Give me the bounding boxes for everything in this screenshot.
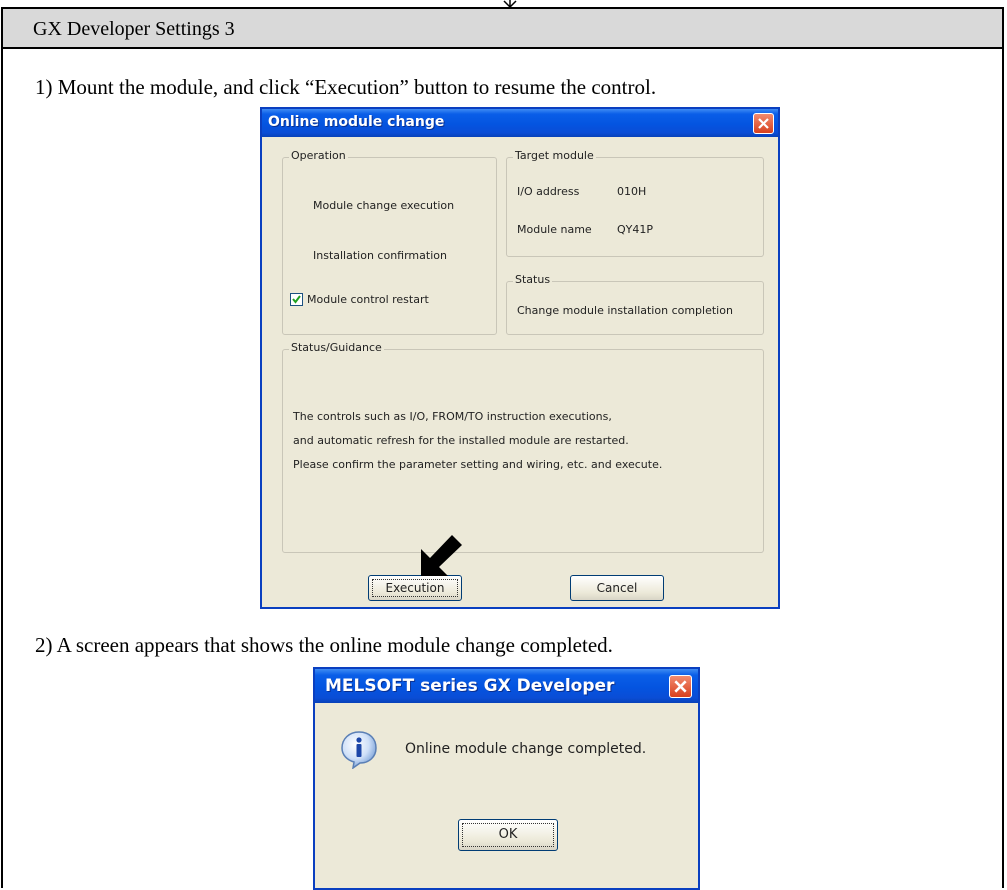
- pointer-arrow-icon: [421, 535, 462, 576]
- dialog-title: MELSOFT series GX Developer: [325, 676, 615, 696]
- step-1-text: 1) Mount the module, and click “Executio…: [35, 75, 657, 99]
- io-address-value: 010H: [617, 185, 647, 198]
- module-name-value: QY41P: [617, 223, 654, 236]
- guidance-line-1: The controls such as I/O, FROM/TO instru…: [293, 410, 612, 423]
- completion-dialog: MELSOFT series GX Developer Online modul…: [313, 667, 700, 890]
- ok-button[interactable]: OK: [458, 819, 558, 851]
- settings-panel: GX Developer Settings 3 1) Mount the mod…: [1, 7, 1004, 890]
- module-control-restart-checkbox[interactable]: [290, 293, 303, 306]
- close-icon: [758, 118, 769, 129]
- target-module-group: Target module I/O address 010H Module na…: [506, 149, 764, 257]
- dialog-titlebar: MELSOFT series GX Developer: [315, 669, 698, 703]
- module-name-label: Module name: [517, 223, 592, 236]
- status-guidance-legend: Status/Guidance: [289, 341, 384, 354]
- panel-header: GX Developer Settings 3: [3, 9, 1002, 49]
- online-module-change-dialog: Online module change Operation Module ch…: [260, 107, 780, 609]
- status-group: Status Change module installation comple…: [506, 273, 764, 335]
- info-icon: [341, 731, 377, 769]
- checkmark-icon: [292, 295, 301, 304]
- close-button[interactable]: [753, 113, 774, 134]
- completion-message: Online module change completed.: [405, 741, 647, 757]
- guidance-line-2: and automatic refresh for the installed …: [293, 434, 629, 447]
- close-icon: [674, 680, 687, 693]
- status-guidance-group: Status/Guidance The controls such as I/O…: [282, 341, 764, 553]
- operation-item-installation-confirmation: Installation confirmation: [313, 249, 447, 262]
- close-button[interactable]: [669, 675, 692, 698]
- cancel-button[interactable]: Cancel: [570, 575, 664, 601]
- dialog-title: Online module change: [268, 114, 445, 130]
- status-text: Change module installation completion: [517, 304, 733, 317]
- target-module-legend: Target module: [513, 149, 596, 162]
- dialog-titlebar: Online module change: [262, 109, 778, 137]
- panel-title: GX Developer Settings 3: [33, 18, 235, 40]
- operation-group: Operation Module change execution Instal…: [282, 149, 497, 335]
- status-legend: Status: [513, 273, 553, 286]
- module-control-restart-label: Module control restart: [307, 293, 429, 306]
- guidance-line-3: Please confirm the parameter setting and…: [293, 458, 663, 471]
- operation-item-change-execution: Module change execution: [313, 199, 455, 212]
- step-2-text: 2) A screen appears that shows the onlin…: [35, 633, 613, 657]
- io-address-label: I/O address: [517, 185, 580, 198]
- operation-legend: Operation: [289, 149, 348, 162]
